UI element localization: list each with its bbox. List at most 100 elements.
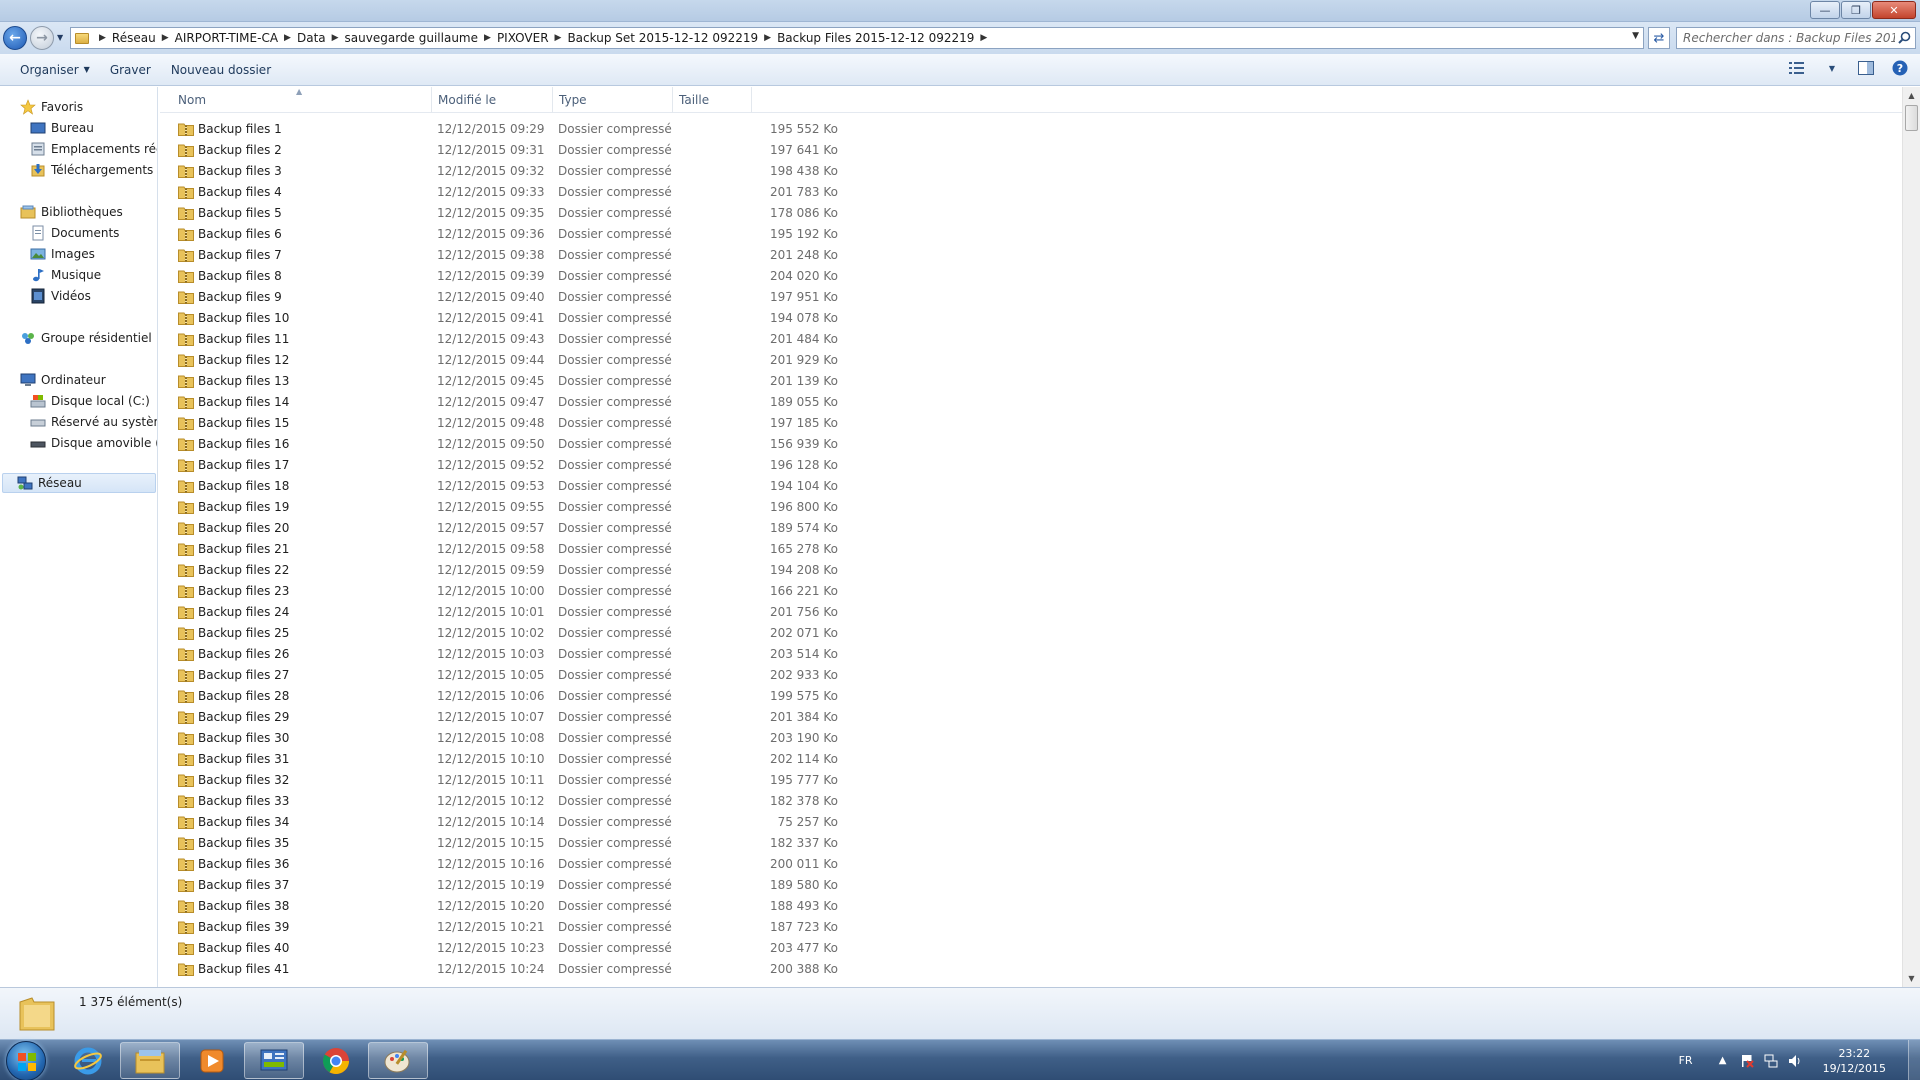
close-button[interactable]: ✕ xyxy=(1872,1,1916,19)
table-row[interactable]: Backup files 11 12/12/2015 09:43 Dossier c… xyxy=(160,329,920,350)
breadcrumb-separator[interactable]: ▶ xyxy=(980,33,987,43)
table-row[interactable]: Backup files 10 12/12/2015 09:41 Dossier c… xyxy=(160,308,920,329)
nav-downloads[interactable]: Téléchargements xyxy=(30,160,153,180)
language-indicator[interactable]: FR xyxy=(1679,1054,1693,1067)
table-row[interactable]: Backup files 18 12/12/2015 09:53 Dossier c… xyxy=(160,476,920,497)
taskbar-explorer[interactable] xyxy=(120,1042,180,1079)
nav-desktop[interactable]: Bureau xyxy=(30,118,94,138)
start-button[interactable] xyxy=(6,1041,46,1080)
breadcrumb-backup-set[interactable]: Backup Set 2015-12-12 092219 xyxy=(567,31,758,45)
taskbar-chrome[interactable] xyxy=(306,1042,366,1079)
breadcrumb-pixover[interactable]: PIXOVER xyxy=(497,31,549,45)
breadcrumb-airport[interactable]: AIRPORT-TIME-CA xyxy=(175,31,278,45)
search-input[interactable]: Rechercher dans : Backup Files 2015-1... xyxy=(1676,27,1916,49)
table-row[interactable]: Backup files 31 12/12/2015 10:10 Dossier c… xyxy=(160,749,920,770)
table-row[interactable]: Backup files 17 12/12/2015 09:52 Dossier c… xyxy=(160,455,920,476)
help-button[interactable]: ? xyxy=(1890,58,1910,78)
maximize-button[interactable]: ❐ xyxy=(1841,1,1871,19)
breadcrumb-network[interactable]: Réseau xyxy=(112,31,156,45)
column-type[interactable]: Type xyxy=(553,87,673,113)
table-row[interactable]: Backup files 7 12/12/2015 09:38 Dossier co… xyxy=(160,245,920,266)
nav-homegroup[interactable]: Groupe résidentiel xyxy=(20,328,152,348)
table-row[interactable]: Backup files 15 12/12/2015 09:48 Dossier c… xyxy=(160,413,920,434)
nav-recent[interactable]: Emplacements récents xyxy=(30,139,157,159)
table-row[interactable]: Backup files 39 12/12/2015 10:21 Dossier c… xyxy=(160,917,920,938)
table-row[interactable]: Backup files 14 12/12/2015 09:47 Dossier c… xyxy=(160,392,920,413)
table-row[interactable]: Backup files 8 12/12/2015 09:39 Dossier co… xyxy=(160,266,920,287)
table-row[interactable]: Backup files 38 12/12/2015 10:20 Dossier c… xyxy=(160,896,920,917)
nav-images[interactable]: Images xyxy=(30,244,95,264)
action-center-icon[interactable] xyxy=(1739,1053,1755,1069)
breadcrumb-separator[interactable]: ▶ xyxy=(484,33,491,43)
table-row[interactable]: Backup files 21 12/12/2015 09:58 Dossier c… xyxy=(160,539,920,560)
table-row[interactable]: Backup files 37 12/12/2015 10:19 Dossier c… xyxy=(160,875,920,896)
nav-libraries[interactable]: Bibliothèques xyxy=(20,202,123,222)
minimize-button[interactable]: — xyxy=(1810,1,1840,19)
scroll-up-button[interactable]: ▲ xyxy=(1903,87,1920,104)
address-bar[interactable]: ▶ Réseau ▶ AIRPORT-TIME-CA ▶ Data ▶ sauv… xyxy=(70,27,1644,49)
address-dropdown[interactable]: ▼ xyxy=(1632,31,1639,41)
breadcrumb-backup-files[interactable]: Backup Files 2015-12-12 092219 xyxy=(777,31,974,45)
clock[interactable]: 23:22 19/12/2015 xyxy=(1823,1046,1886,1076)
table-row[interactable]: Backup files 5 12/12/2015 09:35 Dossier co… xyxy=(160,203,920,224)
table-row[interactable]: Backup files 33 12/12/2015 10:12 Dossier c… xyxy=(160,791,920,812)
change-view-button[interactable] xyxy=(1788,58,1808,78)
nav-network[interactable]: Réseau xyxy=(2,473,156,493)
table-row[interactable]: Backup files 26 12/12/2015 10:03 Dossier c… xyxy=(160,644,920,665)
table-row[interactable]: Backup files 3 12/12/2015 09:32 Dossier co… xyxy=(160,161,920,182)
nav-documents[interactable]: Documents xyxy=(30,223,119,243)
scroll-thumb[interactable] xyxy=(1905,105,1918,131)
table-row[interactable]: Backup files 32 12/12/2015 10:11 Dossier c… xyxy=(160,770,920,791)
table-row[interactable]: Backup files 22 12/12/2015 09:59 Dossier c… xyxy=(160,560,920,581)
table-row[interactable]: Backup files 30 12/12/2015 10:08 Dossier c… xyxy=(160,728,920,749)
table-row[interactable]: Backup files 6 12/12/2015 09:36 Dossier co… xyxy=(160,224,920,245)
table-row[interactable]: Backup files 34 12/12/2015 10:14 Dossier c… xyxy=(160,812,920,833)
scroll-down-button[interactable]: ▼ xyxy=(1903,970,1920,987)
nav-reserved[interactable]: Réservé au système xyxy=(30,412,157,432)
table-row[interactable]: Backup files 4 12/12/2015 09:33 Dossier co… xyxy=(160,182,920,203)
table-row[interactable]: Backup files 40 12/12/2015 10:23 Dossier c… xyxy=(160,938,920,959)
table-row[interactable]: Backup files 23 12/12/2015 10:00 Dossier c… xyxy=(160,581,920,602)
nav-music[interactable]: Musique xyxy=(30,265,101,285)
network-status-icon[interactable] xyxy=(1763,1053,1779,1069)
nav-computer[interactable]: Ordinateur xyxy=(20,370,106,390)
table-row[interactable]: Backup files 1 12/12/2015 09:29 Dossier co… xyxy=(160,119,920,140)
forward-button[interactable]: → xyxy=(30,26,54,50)
breadcrumb-separator[interactable]: ▶ xyxy=(99,33,106,43)
breadcrumb-data[interactable]: Data xyxy=(297,31,326,45)
nav-favorites[interactable]: Favoris xyxy=(20,97,83,117)
preview-pane-button[interactable] xyxy=(1856,58,1876,78)
table-row[interactable]: Backup files 20 12/12/2015 09:57 Dossier c… xyxy=(160,518,920,539)
breadcrumb-separator[interactable]: ▶ xyxy=(555,33,562,43)
breadcrumb-separator[interactable]: ▶ xyxy=(284,33,291,43)
column-name[interactable]: Nom xyxy=(172,87,432,113)
table-row[interactable]: Backup files 28 12/12/2015 10:06 Dossier c… xyxy=(160,686,920,707)
vertical-scrollbar[interactable]: ▲ ▼ xyxy=(1902,87,1920,987)
table-row[interactable]: Backup files 2 12/12/2015 09:31 Dossier co… xyxy=(160,140,920,161)
search-icon[interactable] xyxy=(1898,31,1911,44)
table-row[interactable]: Backup files 9 12/12/2015 09:40 Dossier co… xyxy=(160,287,920,308)
column-size[interactable]: Taille xyxy=(673,87,752,113)
refresh-button[interactable]: ⇄ xyxy=(1648,27,1670,49)
breadcrumb-separator[interactable]: ▶ xyxy=(764,33,771,43)
taskbar-control-panel[interactable] xyxy=(244,1042,304,1079)
column-modified[interactable]: Modifié le xyxy=(432,87,553,113)
nav-local-disk[interactable]: Disque local (C:) xyxy=(30,391,150,411)
back-button[interactable]: ← xyxy=(3,26,27,50)
breadcrumb-separator[interactable]: ▶ xyxy=(162,33,169,43)
table-row[interactable]: Backup files 24 12/12/2015 10:01 Dossier c… xyxy=(160,602,920,623)
organize-button[interactable]: Organiser ▼ xyxy=(10,58,100,82)
nav-removable[interactable]: Disque amovible (F:) xyxy=(30,433,157,453)
table-row[interactable]: Backup files 12 12/12/2015 09:44 Dossier c… xyxy=(160,350,920,371)
show-hidden-icons-button[interactable]: ▲ xyxy=(1715,1053,1731,1069)
breadcrumb-sauvegarde[interactable]: sauvegarde guillaume xyxy=(345,31,478,45)
taskbar-media-player[interactable] xyxy=(182,1042,242,1079)
table-row[interactable]: Backup files 36 12/12/2015 10:16 Dossier c… xyxy=(160,854,920,875)
view-options-dropdown[interactable]: ▼ xyxy=(1822,58,1842,78)
breadcrumb-separator[interactable]: ▶ xyxy=(332,33,339,43)
table-row[interactable]: Backup files 13 12/12/2015 09:45 Dossier c… xyxy=(160,371,920,392)
table-row[interactable]: Backup files 19 12/12/2015 09:55 Dossier c… xyxy=(160,497,920,518)
taskbar-internet-explorer[interactable] xyxy=(58,1042,118,1079)
table-row[interactable]: Backup files 25 12/12/2015 10:02 Dossier c… xyxy=(160,623,920,644)
taskbar-paint[interactable] xyxy=(368,1042,428,1079)
